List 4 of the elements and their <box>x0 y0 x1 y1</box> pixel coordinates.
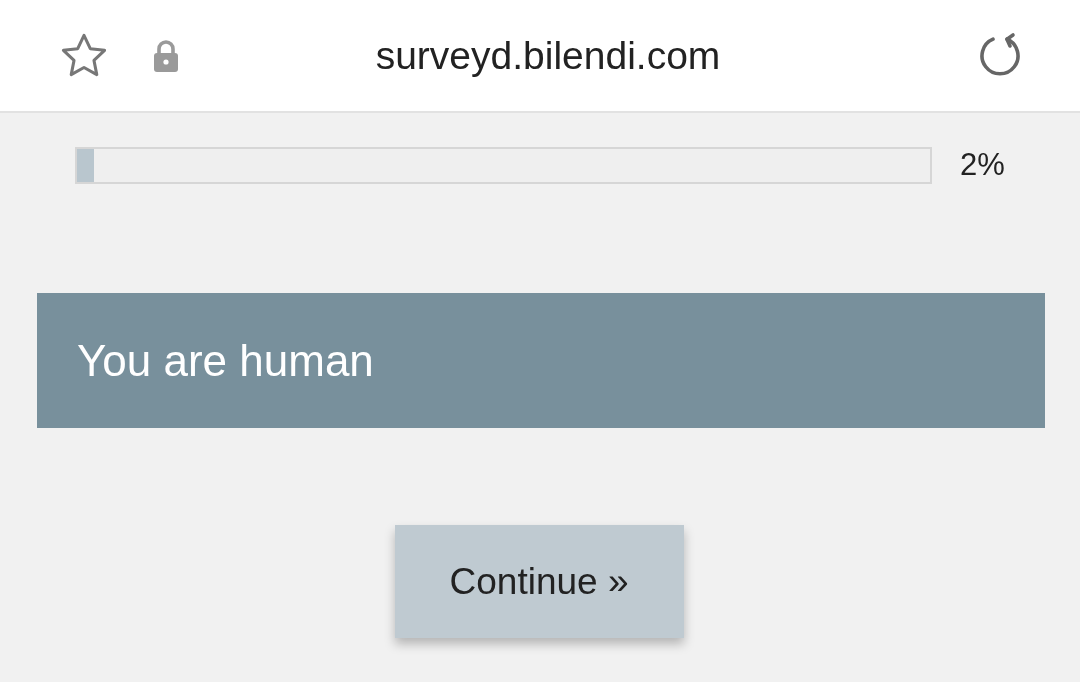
progress-percentage: 2% <box>960 147 1005 183</box>
banner-title: You are human <box>77 335 374 386</box>
lock-icon[interactable] <box>152 38 180 73</box>
continue-button[interactable]: Continue » <box>394 525 684 638</box>
